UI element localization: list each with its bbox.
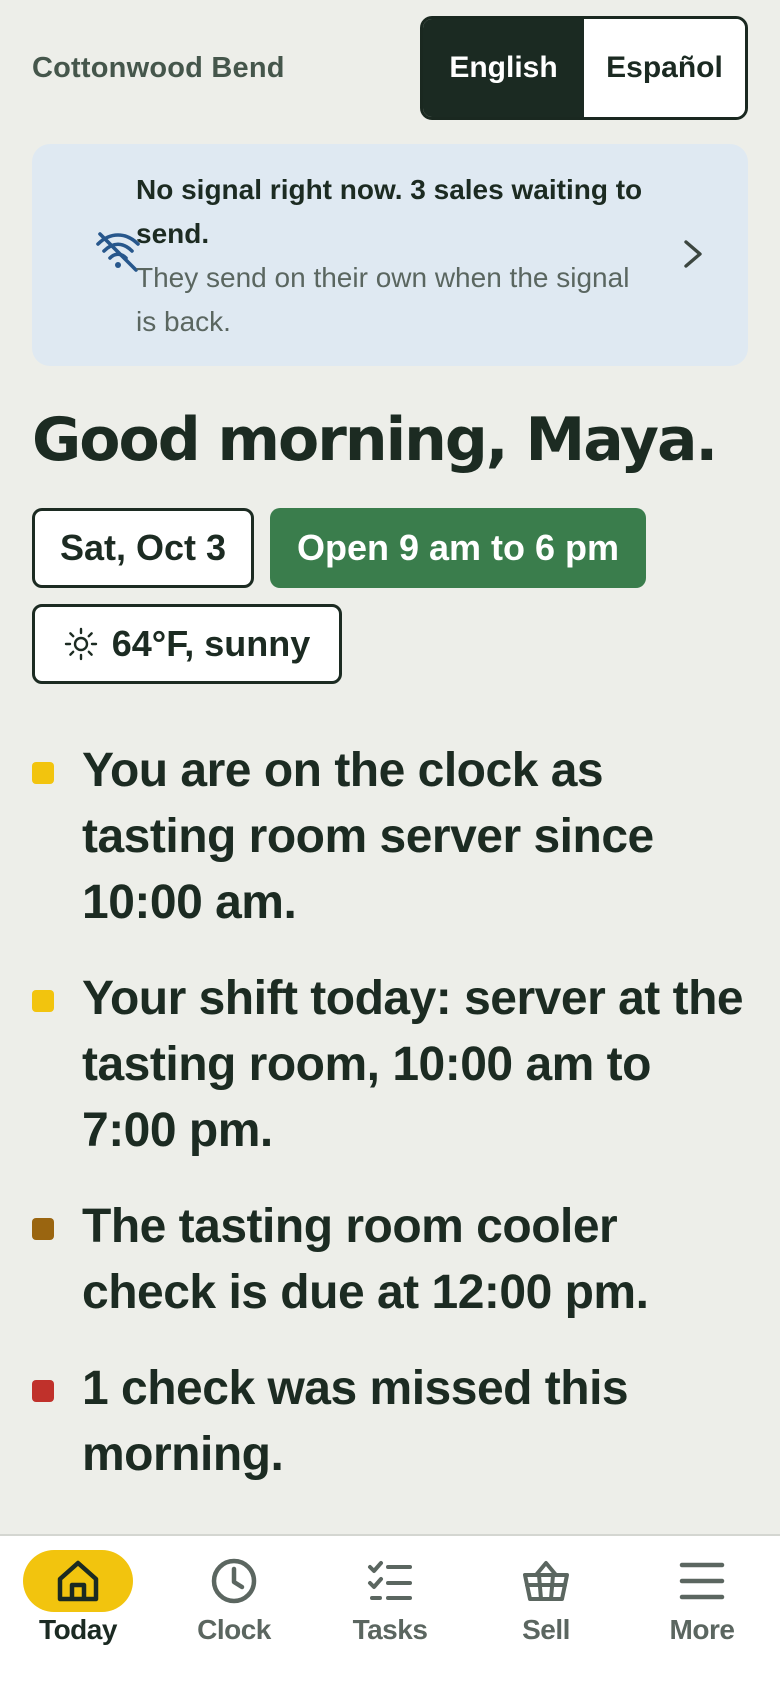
offline-banner-text: No signal right now. 3 sales waiting to … bbox=[136, 168, 656, 344]
nav-sell[interactable]: Sell bbox=[476, 1550, 616, 1660]
status-item-missed-check: 1 check was missed this morning. bbox=[32, 1356, 748, 1488]
home-icon bbox=[57, 1560, 99, 1602]
status-item-on-clock: You are on the clock as tasting room ser… bbox=[32, 738, 748, 936]
offline-banner[interactable]: No signal right now. 3 sales waiting to … bbox=[32, 144, 748, 366]
nav-label: More bbox=[669, 1614, 735, 1645]
weather-text: 64°F, sunny bbox=[111, 623, 311, 664]
brand-name: Cottonwood Bend bbox=[32, 51, 285, 84]
language-toggle: English Español bbox=[420, 16, 748, 120]
offline-banner-subtitle: They send on their own when the signal i… bbox=[136, 262, 630, 337]
status-dot bbox=[32, 990, 54, 1012]
status-item-text: The tasting room cooler check is due at … bbox=[82, 1200, 649, 1319]
status-dot bbox=[32, 1380, 54, 1402]
sun-icon bbox=[64, 627, 97, 661]
top-bar: Cottonwood Bend English Español bbox=[32, 16, 748, 120]
language-english-button[interactable]: English bbox=[423, 19, 584, 117]
hours-chip: Open 9 am to 6 pm bbox=[270, 508, 646, 588]
basket-icon bbox=[523, 1561, 569, 1601]
nav-more[interactable]: More bbox=[632, 1550, 772, 1660]
nav-icon-pill bbox=[647, 1550, 757, 1612]
menu-icon bbox=[679, 1562, 725, 1600]
clock-icon bbox=[211, 1558, 257, 1604]
date-chip: Sat, Oct 3 bbox=[32, 508, 254, 588]
nav-icon-pill bbox=[23, 1550, 133, 1612]
status-item-cooler-check: The tasting room cooler check is due at … bbox=[32, 1194, 748, 1326]
nav-label: Sell bbox=[522, 1614, 570, 1645]
status-dot bbox=[32, 762, 54, 784]
nav-clock[interactable]: Clock bbox=[164, 1550, 304, 1660]
nav-today[interactable]: Today bbox=[8, 1550, 148, 1660]
status-dot bbox=[32, 1218, 54, 1240]
nav-label: Tasks bbox=[352, 1614, 428, 1645]
nav-label: Today bbox=[39, 1614, 117, 1645]
offline-banner-title: No signal right now. 3 sales waiting to … bbox=[136, 174, 643, 249]
greeting-heading: Good morning, Maya. bbox=[32, 405, 718, 475]
nav-icon-pill bbox=[179, 1550, 289, 1612]
tasks-icon bbox=[368, 1561, 412, 1600]
bottom-nav: Today Clock Tasks Sell More bbox=[0, 1534, 780, 1688]
nav-label: Clock bbox=[197, 1614, 271, 1645]
nav-icon-pill bbox=[491, 1550, 601, 1612]
weather-chip: 64°F, sunny bbox=[32, 604, 342, 684]
nav-tasks[interactable]: Tasks bbox=[320, 1550, 460, 1660]
status-item-text: Your shift today: server at the tasting … bbox=[82, 972, 744, 1157]
language-espanol-button[interactable]: Español bbox=[584, 19, 745, 117]
nav-icon-pill bbox=[335, 1550, 445, 1612]
status-list: You are on the clock as tasting room ser… bbox=[32, 738, 748, 1518]
chevron-right-icon bbox=[684, 240, 702, 268]
status-item-text: You are on the clock as tasting room ser… bbox=[82, 744, 654, 929]
status-item-shift: Your shift today: server at the tasting … bbox=[32, 966, 748, 1164]
status-item-text: 1 check was missed this morning. bbox=[82, 1362, 629, 1481]
